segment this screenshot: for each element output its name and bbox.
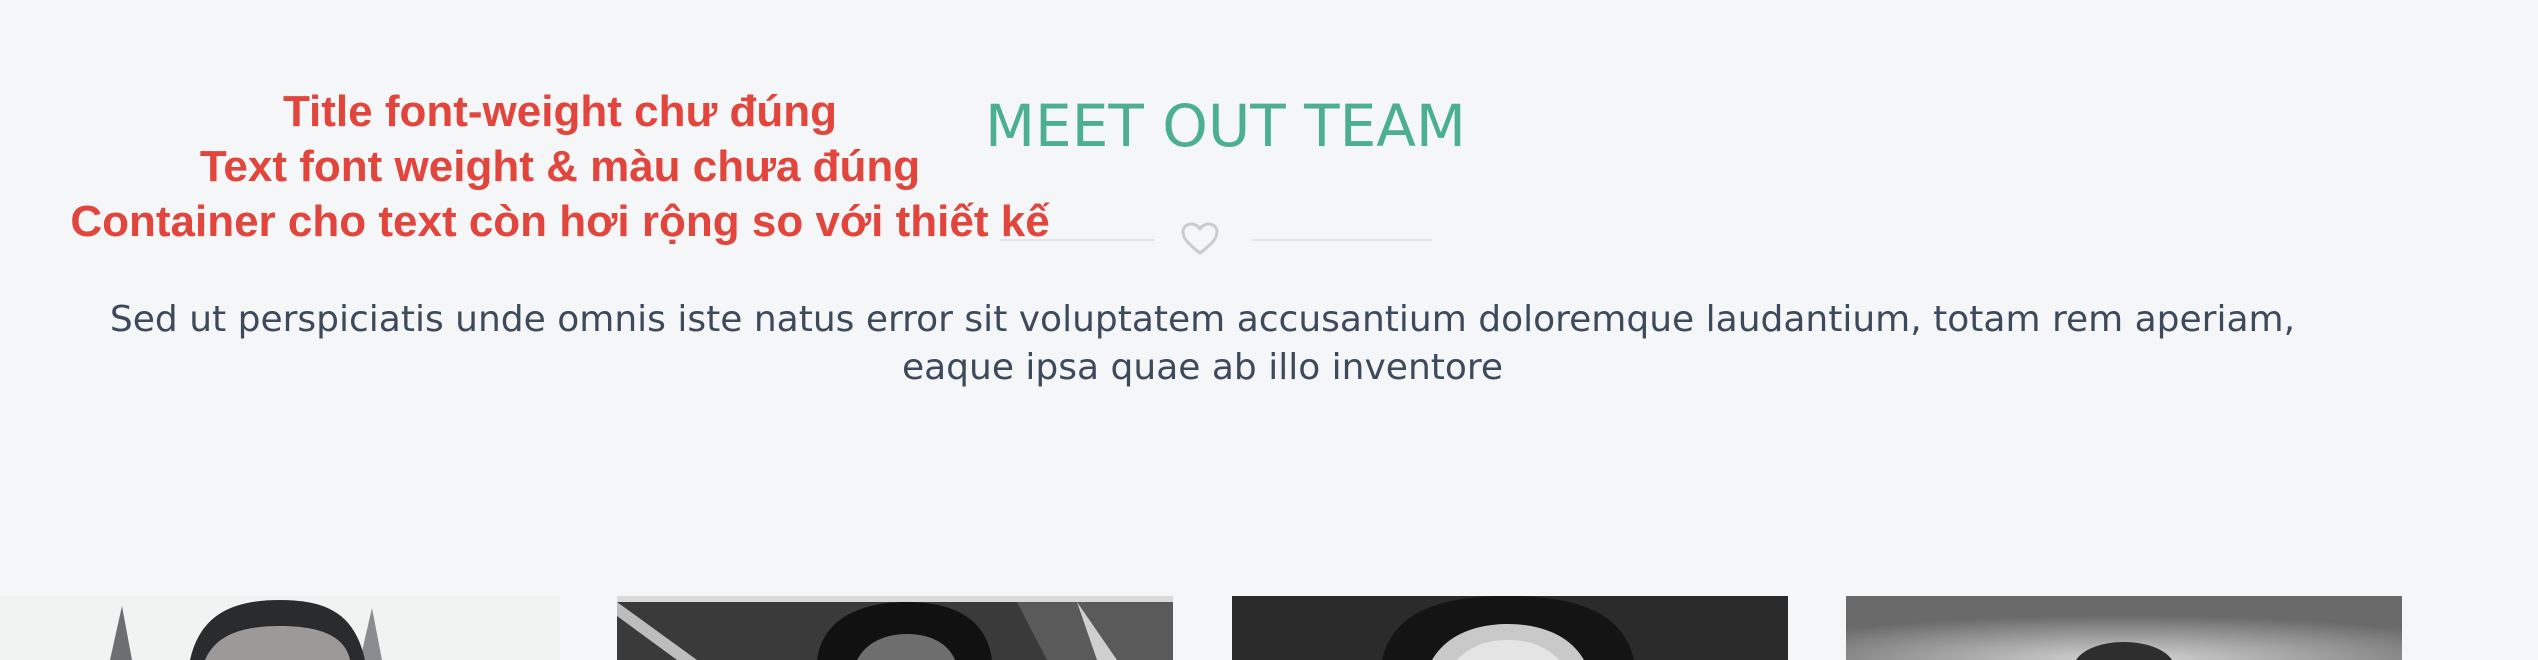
team-section: Title font-weight chư đúng Text font wei… [0, 0, 2538, 660]
team-member-photo-4[interactable] [1846, 596, 2402, 660]
heart-icon [1180, 221, 1220, 257]
section-intro-text: Sed ut perspiciatis unde omnis iste natu… [109, 299, 2296, 388]
annotation-container-width: Container cho text còn hơi rộng so với t… [70, 197, 1050, 246]
annotation-title-weight: Title font-weight chư đúng [282, 87, 838, 136]
team-member-photo-2[interactable] [617, 596, 1173, 660]
section-title: MEET OUT TEAM [985, 92, 1466, 160]
divider-line-right [1252, 239, 1432, 241]
team-member-photo-1[interactable] [0, 596, 560, 660]
divider-line-left [1000, 239, 1155, 241]
team-photo-row [0, 596, 2538, 660]
title-divider [1000, 219, 1432, 259]
team-member-photo-3[interactable] [1232, 596, 1788, 660]
annotation-text-weight-color: Text font weight & màu chưa đúng [199, 142, 921, 191]
review-annotations: Title font-weight chư đúng Text font wei… [40, 84, 1080, 249]
